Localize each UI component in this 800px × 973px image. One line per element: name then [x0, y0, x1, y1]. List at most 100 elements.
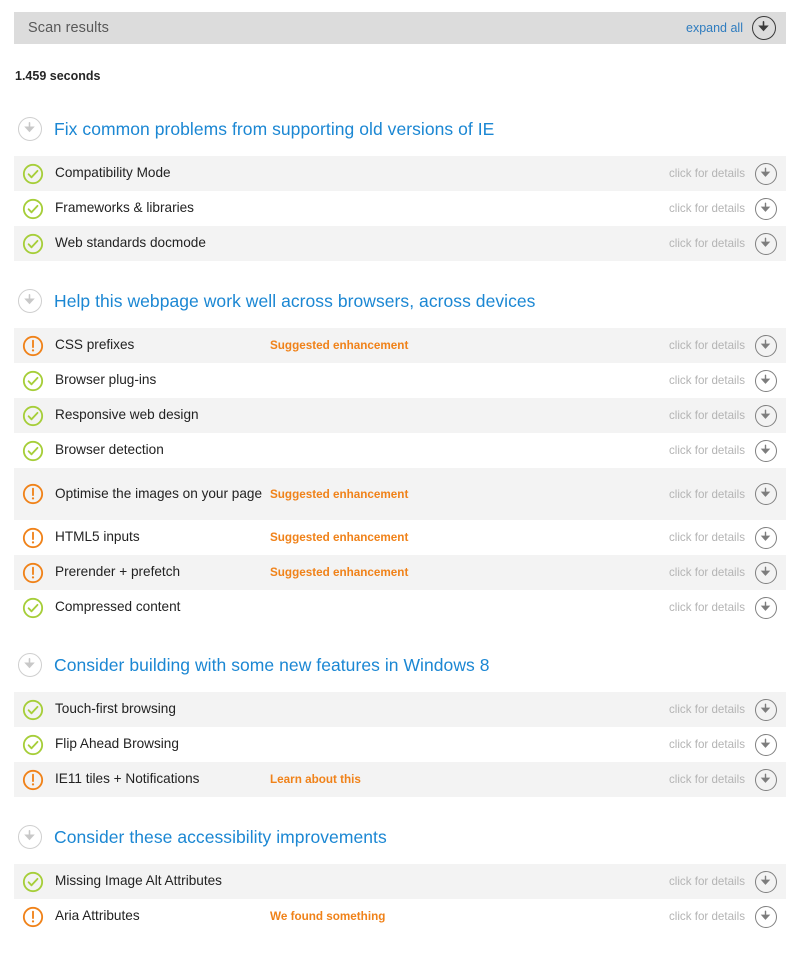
- row-expand-arrow-down-icon[interactable]: [755, 334, 777, 357]
- section-title: Consider these accessibility improvement…: [54, 826, 387, 847]
- check-circle-icon: [22, 405, 44, 427]
- section: Help this webpage work well across brows…: [0, 284, 800, 625]
- click-for-details-label: click for details: [668, 409, 745, 422]
- result-row-actions[interactable]: click for details: [668, 561, 777, 584]
- row-expand-arrow-down-icon[interactable]: [755, 404, 777, 427]
- result-row-status-badge: Suggested enhancement: [270, 531, 409, 544]
- row-expand-arrow-down-icon[interactable]: [755, 232, 777, 255]
- sections-list: Fix common problems from supporting old …: [0, 112, 800, 957]
- result-row-actions[interactable]: click for details: [668, 197, 777, 220]
- result-row-actions[interactable]: click for details: [668, 870, 777, 893]
- result-row[interactable]: Missing Image Alt Attributes click for de…: [14, 864, 786, 899]
- section: Consider these accessibility improvement…: [0, 820, 800, 934]
- expand-all-arrow-down-icon[interactable]: [752, 16, 776, 40]
- result-row-title: IE11 tiles + Notifications: [55, 771, 200, 787]
- result-row-actions[interactable]: click for details: [669, 334, 777, 357]
- section-header[interactable]: Fix common problems from supporting old …: [0, 112, 800, 146]
- section-header[interactable]: Help this webpage work well across brows…: [0, 284, 800, 318]
- result-row-title: Frameworks & libraries: [55, 200, 194, 216]
- check-circle-icon: [22, 370, 44, 392]
- result-row-actions[interactable]: click for details: [668, 733, 777, 756]
- row-expand-arrow-down-icon[interactable]: [755, 439, 777, 462]
- row-expand-arrow-down-icon[interactable]: [755, 768, 777, 791]
- result-row[interactable]: Browser plug-ins click for details: [14, 363, 786, 398]
- click-for-details-label: click for details: [668, 202, 745, 215]
- check-circle-icon: [22, 163, 44, 185]
- click-for-details-label: click for details: [668, 703, 745, 716]
- result-row-title: Browser plug-ins: [55, 372, 157, 388]
- result-row-actions[interactable]: click for details: [669, 439, 777, 462]
- section-header[interactable]: Consider building with some new features…: [0, 648, 800, 682]
- result-row-title: Prerender + prefetch: [55, 564, 181, 580]
- click-for-details-label: click for details: [668, 566, 745, 579]
- section-title: Help this webpage work well across brows…: [54, 290, 536, 311]
- result-row[interactable]: Frameworks & libraries click for details: [14, 191, 786, 226]
- check-circle-icon: [22, 699, 44, 721]
- result-row-actions[interactable]: click for details: [669, 232, 777, 255]
- row-expand-arrow-down-icon[interactable]: [755, 369, 777, 392]
- warning-circle-icon: [22, 335, 44, 357]
- result-row-title: Browser detection: [55, 442, 164, 458]
- elapsed-time: 1.459 seconds: [15, 69, 101, 83]
- row-expand-arrow-down-icon[interactable]: [755, 526, 777, 549]
- warning-circle-icon: [22, 483, 44, 505]
- result-row[interactable]: Browser detection click for details: [14, 433, 786, 468]
- section: Fix common problems from supporting old …: [0, 112, 800, 261]
- result-row[interactable]: CSS prefixes Suggested enhancement click f…: [14, 328, 786, 363]
- row-expand-arrow-down-icon[interactable]: [755, 596, 777, 619]
- result-row[interactable]: Compatibility Mode click for details: [14, 156, 786, 191]
- result-row[interactable]: Responsive web design click for details: [14, 398, 786, 433]
- result-row[interactable]: HTML5 inputs Suggested enhancement click f…: [14, 520, 786, 555]
- section-rows: CSS prefixes Suggested enhancement click f…: [0, 328, 800, 625]
- result-row-actions[interactable]: click for details: [669, 483, 777, 505]
- row-expand-arrow-down-icon[interactable]: [755, 561, 777, 584]
- row-expand-arrow-down-icon[interactable]: [755, 905, 777, 928]
- row-expand-arrow-down-icon[interactable]: [755, 197, 777, 220]
- result-row[interactable]: Optimise the images on your page Suggeste…: [14, 468, 786, 520]
- result-row-actions[interactable]: click for details: [669, 526, 777, 549]
- warning-circle-icon: [22, 527, 44, 549]
- row-expand-arrow-down-icon[interactable]: [755, 698, 777, 721]
- result-row-title: Web standards docmode: [55, 235, 206, 251]
- expand-all-link[interactable]: expand all: [686, 21, 743, 35]
- section-rows: Missing Image Alt Attributes click for de…: [0, 864, 800, 934]
- result-row-status-badge: Suggested enhancement: [270, 566, 409, 579]
- click-for-details-label: click for details: [668, 601, 745, 614]
- click-for-details-label: click for details: [668, 487, 745, 501]
- result-row-actions[interactable]: click for details: [668, 369, 777, 392]
- result-row-actions[interactable]: click for details: [669, 905, 777, 928]
- row-expand-arrow-down-icon[interactable]: [755, 162, 777, 185]
- result-row-title: Touch-first browsing: [55, 701, 176, 717]
- result-row-actions[interactable]: click for details: [669, 162, 777, 185]
- section-expand-arrow-down-icon[interactable]: [18, 289, 42, 313]
- warning-circle-icon: [22, 562, 44, 584]
- section-expand-arrow-down-icon[interactable]: [18, 825, 42, 849]
- result-row[interactable]: IE11 tiles + Notifications Learn about th…: [14, 762, 786, 797]
- result-row[interactable]: Web standards docmode click for details: [14, 226, 786, 261]
- result-row[interactable]: Prerender + prefetch Suggested enhancemen…: [14, 555, 786, 590]
- click-for-details-label: click for details: [668, 738, 745, 751]
- section-expand-arrow-down-icon[interactable]: [18, 653, 42, 677]
- scan-results-page: Scan results expand all 1.459 seconds Fi…: [0, 0, 800, 973]
- result-row-actions[interactable]: click for details: [668, 768, 777, 791]
- result-row-actions[interactable]: click for details: [668, 698, 777, 721]
- section-title: Fix common problems from supporting old …: [54, 118, 495, 139]
- warning-circle-icon: [22, 769, 44, 791]
- result-row-title: CSS prefixes: [55, 337, 135, 353]
- section-expand-arrow-down-icon[interactable]: [18, 117, 42, 141]
- row-expand-arrow-down-icon[interactable]: [755, 870, 777, 893]
- result-row-title: Responsive web design: [55, 407, 199, 423]
- result-row[interactable]: Compressed content click for details: [14, 590, 786, 625]
- click-for-details-label: click for details: [668, 773, 745, 786]
- result-row[interactable]: Touch-first browsing click for details: [14, 692, 786, 727]
- result-row-actions[interactable]: click for details: [668, 596, 777, 619]
- check-circle-icon: [22, 871, 44, 893]
- click-for-details-label: click for details: [668, 374, 745, 387]
- result-row[interactable]: Aria Attributes We found something click f…: [14, 899, 786, 934]
- result-row-actions[interactable]: click for details: [668, 404, 777, 427]
- row-expand-arrow-down-icon[interactable]: [755, 733, 777, 756]
- section-header[interactable]: Consider these accessibility improvement…: [0, 820, 800, 854]
- row-expand-arrow-down-icon[interactable]: [755, 483, 777, 505]
- result-row[interactable]: Flip Ahead Browsing click for details: [14, 727, 786, 762]
- click-for-details-label: click for details: [668, 875, 745, 888]
